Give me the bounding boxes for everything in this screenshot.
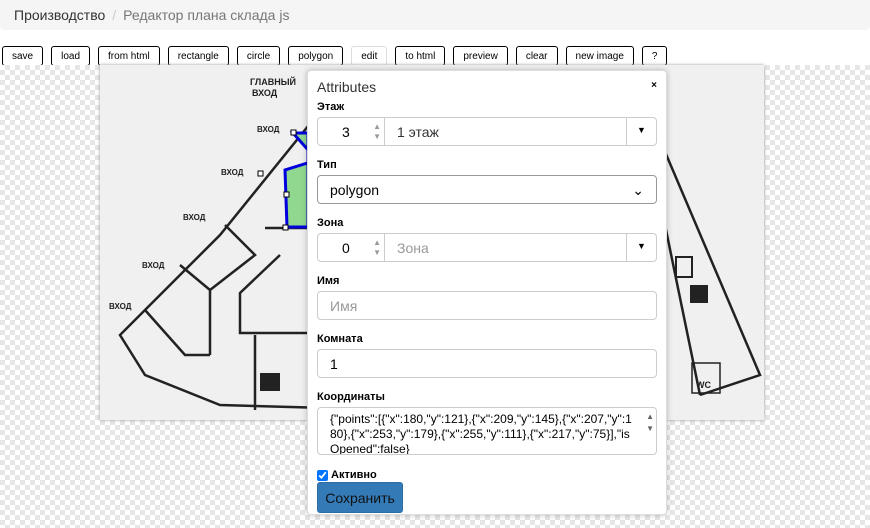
elevator-icon [675, 256, 693, 278]
entrance-label: ВХОД [183, 213, 206, 222]
type-label: Тип [317, 159, 337, 171]
breadcrumb: Производство / Редактор плана склада js [0, 0, 870, 30]
load-button[interactable]: load [51, 46, 91, 66]
help-button[interactable]: ? [641, 46, 668, 66]
coordinates-textarea[interactable]: {"points":[{"x":180,"y":121},{"x":209,"y… [317, 407, 657, 455]
active-checkbox-row[interactable]: Активно [317, 469, 657, 481]
main-entrance-label: ГЛАВНЫЙ [250, 76, 296, 87]
save-button[interactable]: save [2, 46, 44, 66]
breadcrumb-current: Редактор плана склада js [123, 7, 290, 23]
main-entrance-label: ВХОД [252, 88, 278, 98]
room-input[interactable]: 1 [317, 349, 657, 378]
caret-down-icon[interactable]: ▼ [627, 117, 657, 146]
entrance-label: ВХОД [257, 125, 280, 134]
active-checkbox[interactable] [317, 469, 328, 481]
caret-down-icon[interactable]: ▼ [627, 233, 657, 262]
panel-title: Attributes [317, 79, 377, 95]
circle-button[interactable]: circle [236, 46, 281, 66]
zone-number-input[interactable]: 0 ▲ ▼ [317, 233, 385, 262]
rectangle-button[interactable]: rectangle [167, 46, 229, 66]
preview-button[interactable]: preview [453, 46, 508, 66]
name-input[interactable]: Имя [317, 291, 657, 320]
stairs-icon [260, 373, 280, 391]
zone-select[interactable]: Зона [385, 233, 627, 262]
stairs-icon [690, 285, 708, 303]
name-label: Имя [317, 275, 340, 287]
zone-label: Зона [317, 217, 344, 229]
floor-number-input[interactable]: 3 ▲ ▼ [317, 117, 385, 146]
entrance-label: ВХОД [142, 261, 165, 270]
room-label: Комната [317, 333, 363, 345]
toolbar: save load from html rectangle circle pol… [2, 46, 675, 66]
type-select[interactable]: polygon ⌄ [317, 175, 657, 204]
edit-button[interactable]: edit [351, 46, 388, 66]
scrollbar: ▲ ▼ [646, 412, 654, 433]
coordinates-label: Координаты [317, 391, 385, 403]
entrance-label: ВХОД [109, 302, 132, 311]
save-attributes-button[interactable]: Сохранить [317, 482, 403, 513]
entrance-label: ВХОД [221, 168, 244, 177]
floor-select[interactable]: 1 этаж [385, 117, 627, 146]
chevron-down-icon: ⌄ [632, 182, 644, 198]
polygon-button[interactable]: polygon [288, 46, 344, 66]
attributes-panel: Attributes × Этаж 3 ▲ ▼ 1 этаж ▼ Тип polyg… [307, 70, 667, 515]
floor-label: Этаж [317, 101, 345, 113]
from-html-button[interactable]: from html [98, 46, 160, 66]
clear-button[interactable]: clear [515, 46, 558, 66]
close-icon[interactable]: × [651, 80, 657, 91]
wc-label: WC [696, 380, 711, 390]
to-html-button[interactable]: to html [395, 46, 446, 66]
new-image-button[interactable]: new image [565, 46, 634, 66]
spinner-icon: ▲ ▼ [373, 238, 381, 257]
breadcrumb-root[interactable]: Производство [14, 7, 105, 23]
spinner-icon: ▲ ▼ [373, 122, 381, 141]
